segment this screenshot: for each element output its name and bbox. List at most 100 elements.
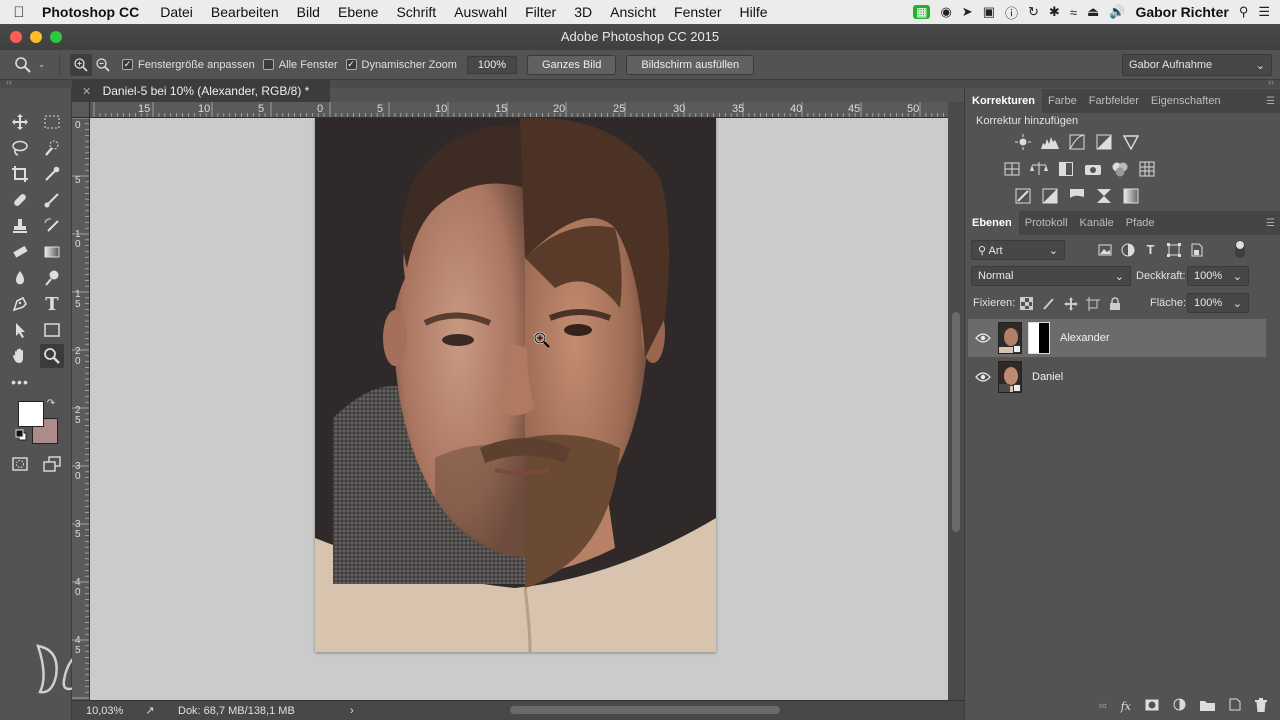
- filter-smart-objects-icon[interactable]: [1187, 240, 1206, 259]
- lock-transparency-icon[interactable]: [1017, 294, 1036, 313]
- zoom-level-readout[interactable]: 10,03%: [72, 705, 130, 717]
- fit-screen-button[interactable]: Ganzes Bild: [527, 54, 617, 75]
- fill-field[interactable]: 100% ⌄: [1187, 293, 1249, 313]
- eraser-tool-icon[interactable]: [8, 240, 32, 264]
- lock-position-icon[interactable]: [1061, 294, 1080, 313]
- layer-filter-toggle[interactable]: [1235, 240, 1245, 258]
- display-icon[interactable]: ▣: [983, 4, 995, 20]
- threshold-icon[interactable]: [1067, 186, 1086, 205]
- menu-schrift[interactable]: Schrift: [387, 4, 445, 20]
- new-adjustment-layer-icon[interactable]: [1173, 698, 1186, 714]
- resize-windows-checkbox[interactable]: ✓ Fenstergröße anpassen: [122, 59, 255, 71]
- menu-hilfe[interactable]: Hilfe: [731, 4, 777, 20]
- rectangle-tool-icon[interactable]: [40, 318, 64, 342]
- more-tools-icon[interactable]: •••: [8, 370, 32, 394]
- document-canvas[interactable]: [90, 118, 948, 700]
- history-brush-tool-icon[interactable]: [40, 214, 64, 238]
- move-tool-icon[interactable]: [8, 110, 32, 134]
- ruler-origin[interactable]: [72, 102, 90, 118]
- marquee-tool-icon[interactable]: [40, 110, 64, 134]
- tool-preset-picker[interactable]: ⌄: [0, 53, 60, 76]
- horizontal-scroll-thumb[interactable]: [510, 706, 780, 714]
- hue-saturation-icon[interactable]: [1002, 159, 1021, 178]
- pen-tool-icon[interactable]: [8, 292, 32, 316]
- zoom-out-icon[interactable]: [92, 54, 114, 76]
- levels-icon[interactable]: [1040, 132, 1059, 151]
- new-group-folder-icon[interactable]: [1200, 699, 1215, 714]
- exposure-icon[interactable]: [1094, 132, 1113, 151]
- healing-brush-tool-icon[interactable]: [8, 188, 32, 212]
- delete-layer-trash-icon[interactable]: [1255, 697, 1267, 715]
- tab-kanaele[interactable]: Kanäle: [1074, 217, 1120, 229]
- zoom-in-icon[interactable]: [70, 53, 92, 76]
- forward-icon[interactable]: ➤: [962, 4, 973, 20]
- vertical-scroll-thumb[interactable]: [952, 312, 960, 532]
- layer-row-alexander[interactable]: Alexander: [968, 319, 1266, 357]
- menu-app-name[interactable]: Photoshop CC: [38, 4, 151, 20]
- filter-shape-layers-icon[interactable]: [1164, 240, 1183, 259]
- blend-mode-select[interactable]: Normal ⌄: [971, 266, 1131, 286]
- color-lookup-icon[interactable]: [1137, 159, 1156, 178]
- document-tab[interactable]: ✕ Daniel-5 bei 10% (Alexander, RGB/8) *: [72, 80, 330, 102]
- menu-ansicht[interactable]: Ansicht: [601, 4, 665, 20]
- workspace-switcher[interactable]: Gabor Aufnahme ⌄: [1122, 54, 1272, 76]
- lock-pixels-icon[interactable]: [1039, 294, 1058, 313]
- panel-menu-icon[interactable]: ☰: [1266, 96, 1275, 107]
- close-window-button[interactable]: [10, 31, 22, 43]
- eject-icon[interactable]: ⏏: [1087, 4, 1099, 20]
- vertical-scrollbar[interactable]: [948, 102, 964, 700]
- apple-menu-icon[interactable]: : [0, 4, 38, 21]
- black-white-icon[interactable]: [1056, 159, 1075, 178]
- foreground-color-swatch[interactable]: [18, 401, 44, 427]
- brush-tool-icon[interactable]: [40, 188, 64, 212]
- path-selection-tool-icon[interactable]: [8, 318, 32, 342]
- status-menu-arrow-icon[interactable]: ›: [350, 705, 354, 717]
- app-status-icon[interactable]: ▦: [913, 5, 931, 19]
- visibility-eye-icon[interactable]: [968, 333, 998, 343]
- record-icon[interactable]: ◉: [940, 4, 951, 20]
- clone-stamp-tool-icon[interactable]: [8, 214, 32, 238]
- horizontal-ruler[interactable]: 15 10 5 0 5 10 15 20 25 30 35 40 45 50: [90, 102, 948, 118]
- quick-mask-icon[interactable]: [8, 452, 32, 476]
- add-mask-icon[interactable]: [1145, 699, 1159, 714]
- tab-korrekturen[interactable]: Korrekturen: [965, 89, 1042, 113]
- default-colors-icon[interactable]: [14, 428, 28, 442]
- blur-tool-icon[interactable]: [8, 266, 32, 290]
- visibility-eye-icon[interactable]: [968, 372, 998, 382]
- dodge-tool-icon[interactable]: [40, 266, 64, 290]
- user-name[interactable]: Gabor Richter: [1135, 4, 1228, 20]
- opacity-field[interactable]: 100% ⌄: [1187, 266, 1249, 286]
- curves-icon[interactable]: [1067, 132, 1086, 151]
- hand-tool-icon[interactable]: [8, 344, 32, 368]
- vibrance-icon[interactable]: [1121, 132, 1140, 151]
- swap-colors-icon[interactable]: ↷: [44, 396, 58, 410]
- filter-adjustment-layers-icon[interactable]: [1118, 240, 1137, 259]
- brightness-contrast-icon[interactable]: [1013, 132, 1032, 151]
- notification-center-icon[interactable]: ☰: [1258, 4, 1270, 20]
- photo-filter-icon[interactable]: [1083, 159, 1102, 178]
- info-icon[interactable]: ⓘ: [1005, 3, 1018, 22]
- posterize-icon[interactable]: [1040, 186, 1059, 205]
- volume-icon[interactable]: 🔊: [1109, 4, 1125, 20]
- new-layer-icon[interactable]: [1229, 698, 1241, 714]
- menu-fenster[interactable]: Fenster: [665, 4, 730, 20]
- fill-screen-button[interactable]: Bildschirm ausfüllen: [626, 54, 755, 75]
- time-machine-icon[interactable]: ↻: [1028, 4, 1039, 20]
- type-tool-icon[interactable]: T: [40, 292, 64, 316]
- tab-farbfelder[interactable]: Farbfelder: [1083, 95, 1145, 107]
- menu-filter[interactable]: Filter: [516, 4, 565, 20]
- layer-filter-kind[interactable]: ⚲ Art ⌄: [971, 240, 1065, 260]
- tab-ebenen[interactable]: Ebenen: [965, 211, 1019, 235]
- layer-row-daniel[interactable]: Daniel: [968, 358, 1266, 396]
- layer-style-fx-icon[interactable]: fx: [1121, 700, 1131, 713]
- tab-pfade[interactable]: Pfade: [1120, 217, 1161, 229]
- color-balance-icon[interactable]: [1029, 159, 1048, 178]
- zoom-window-button[interactable]: [50, 31, 62, 43]
- share-icon[interactable]: ↗: [130, 704, 170, 717]
- zoom-percentage-field[interactable]: 100%: [466, 55, 517, 74]
- lock-artboard-icon[interactable]: [1083, 294, 1102, 313]
- layer-mask-thumbnail[interactable]: [1028, 322, 1050, 354]
- spotlight-search-icon[interactable]: ⚲: [1239, 4, 1249, 20]
- gradient-tool-icon[interactable]: [40, 240, 64, 264]
- menu-bild[interactable]: Bild: [288, 4, 329, 20]
